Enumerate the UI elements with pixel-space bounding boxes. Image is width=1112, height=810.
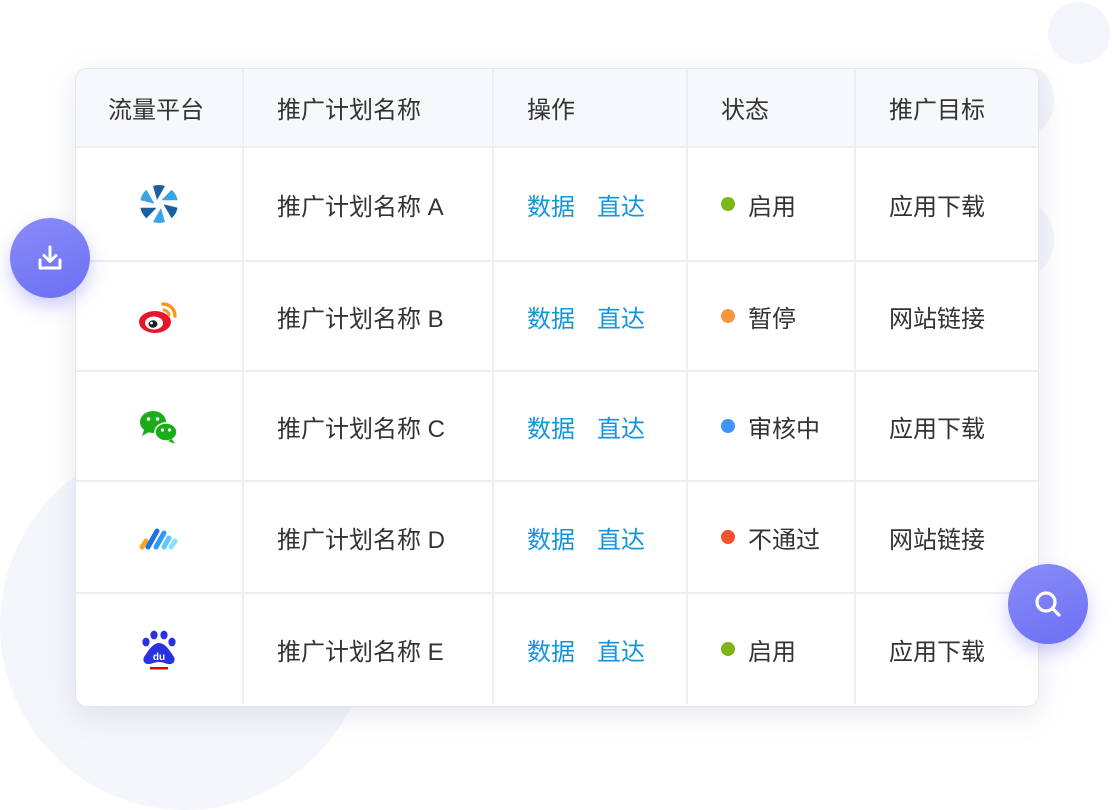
- campaign-table-card: 流量平台 推广计划名称 操作 状态 推广目标 推广计划名称 A 数据 直达 启用…: [75, 68, 1039, 707]
- direct-link[interactable]: 直达: [597, 306, 645, 333]
- status-label: 审核中: [748, 415, 820, 443]
- baidu-logo-icon: du: [142, 630, 176, 670]
- platform-cell: [76, 371, 244, 482]
- download-icon: [38, 245, 62, 270]
- weibo-logo-icon: [139, 302, 177, 333]
- svg-text:du: du: [153, 652, 165, 663]
- table-row: 推广计划名称 D 数据 直达 不通过 网站链接: [76, 481, 1038, 594]
- status-dot: [721, 197, 735, 211]
- direct-link[interactable]: 直达: [597, 194, 645, 221]
- direct-link[interactable]: 直达: [597, 527, 645, 554]
- platform-cell: [76, 261, 244, 372]
- header-plan-name: 推广计划名称: [243, 69, 494, 148]
- status-badge: 审核中: [721, 409, 820, 444]
- goal-cell: 网站链接: [855, 261, 1038, 372]
- plan-name-cell: 推广计划名称 B: [243, 261, 494, 372]
- header-platform: 流量平台: [76, 69, 244, 148]
- goal-cell: 网站链接: [855, 481, 1038, 594]
- actions-cell: 数据 直达: [493, 481, 688, 594]
- direct-link[interactable]: 直达: [597, 416, 645, 443]
- table-row: 推广计划名称 B 数据 直达 暂停 网站链接: [76, 261, 1038, 372]
- data-link[interactable]: 数据: [527, 639, 575, 666]
- status-label: 不通过: [748, 526, 820, 554]
- campaign-table: 流量平台 推广计划名称 操作 状态 推广目标 推广计划名称 A 数据 直达 启用…: [76, 69, 1038, 704]
- status-cell: 暂停: [687, 261, 856, 372]
- plan-name-cell: 推广计划名称 D: [243, 481, 494, 594]
- search-button[interactable]: [1008, 564, 1088, 644]
- status-cell: 启用: [687, 593, 856, 704]
- status-dot: [721, 642, 735, 656]
- status-label: 启用: [748, 638, 796, 666]
- header-actions: 操作: [493, 69, 688, 148]
- goal-cell: 应用下载: [855, 371, 1038, 482]
- status-badge: 启用: [721, 632, 796, 667]
- actions-cell: 数据 直达: [493, 261, 688, 372]
- header-goal: 推广目标: [855, 69, 1038, 148]
- goal-cell: 应用下载: [855, 147, 1038, 262]
- status-cell: 不通过: [687, 481, 856, 594]
- table-row: du 推广计划名称 E 数据 直达 启用 应用下载: [76, 593, 1038, 704]
- download-button[interactable]: [10, 218, 90, 298]
- status-dot: [721, 309, 735, 323]
- direct-link[interactable]: 直达: [597, 639, 645, 666]
- data-link[interactable]: 数据: [527, 527, 575, 554]
- pinwheel-logo-icon: [140, 184, 178, 224]
- plan-name-cell: 推广计划名称 A: [243, 147, 494, 262]
- search-icon: [1035, 591, 1061, 617]
- platform-cell: [76, 481, 244, 594]
- platform-cell: [76, 147, 244, 262]
- status-badge: 暂停: [721, 299, 796, 334]
- wechat-logo-icon: [140, 411, 178, 444]
- data-link[interactable]: 数据: [527, 194, 575, 221]
- table-row: 推广计划名称 C 数据 直达 审核中 应用下载: [76, 371, 1038, 482]
- plan-name-cell: 推广计划名称 C: [243, 371, 494, 482]
- status-cell: 启用: [687, 147, 856, 262]
- status-dot: [721, 530, 735, 544]
- status-badge: 启用: [721, 187, 796, 222]
- status-badge: 不通过: [721, 520, 820, 555]
- actions-cell: 数据 直达: [493, 147, 688, 262]
- data-link[interactable]: 数据: [527, 306, 575, 333]
- status-label: 启用: [748, 193, 796, 221]
- table-header-row: 流量平台 推广计划名称 操作 状态 推广目标: [76, 69, 1038, 148]
- platform-cell: du: [76, 593, 244, 704]
- bars-logo-icon: [139, 528, 178, 550]
- data-link[interactable]: 数据: [527, 416, 575, 443]
- actions-cell: 数据 直达: [493, 593, 688, 704]
- header-status: 状态: [687, 69, 856, 148]
- plan-name-cell: 推广计划名称 E: [243, 593, 494, 704]
- status-dot: [721, 419, 735, 433]
- status-cell: 审核中: [687, 371, 856, 482]
- table-row: 推广计划名称 A 数据 直达 启用 应用下载: [76, 147, 1038, 262]
- actions-cell: 数据 直达: [493, 371, 688, 482]
- background-decoration: [1048, 2, 1110, 64]
- status-label: 暂停: [748, 305, 796, 333]
